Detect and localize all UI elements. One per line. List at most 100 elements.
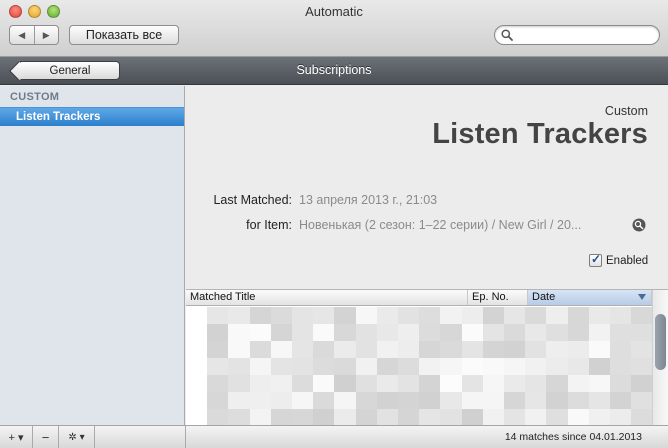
window-title: Automatic (305, 4, 363, 19)
obscured-cell (398, 341, 420, 358)
obscured-cell (631, 358, 654, 375)
remove-subscription-button[interactable]: − (33, 426, 59, 448)
obscured-cell (334, 324, 357, 341)
obscured-cell (292, 375, 314, 392)
obscured-cell (461, 358, 484, 375)
obscured-cell (398, 409, 420, 425)
obscured-cell (398, 358, 420, 375)
obscured-cell (334, 307, 357, 324)
obscured-cell (567, 375, 590, 392)
add-subscription-button[interactable]: + ▾ (0, 426, 33, 448)
obscured-cell (610, 341, 632, 358)
obscured-cell (228, 341, 251, 358)
search-field[interactable] (494, 25, 660, 45)
gear-icon: ✲ ▾ (68, 431, 85, 443)
obscured-cell (440, 392, 463, 409)
obscured-cell (313, 375, 336, 392)
obscured-cell (588, 341, 611, 358)
obscured-cell (376, 409, 399, 425)
obscured-cell (461, 324, 484, 341)
obscured-cell (334, 358, 357, 375)
obscured-cell (419, 324, 442, 341)
obscured-cell (525, 409, 548, 425)
titlebar: Automatic ◀ ▶ Показать все (0, 0, 668, 57)
obscured-cell (292, 341, 314, 358)
obscured-cell (398, 375, 420, 392)
show-all-button[interactable]: Показать все (69, 25, 179, 45)
obscured-cell (207, 341, 230, 358)
obscured-cell (207, 392, 230, 409)
obscured-cell (249, 409, 272, 425)
obscured-cell (504, 358, 526, 375)
forward-button[interactable]: ▶ (33, 26, 59, 44)
obscured-cell (482, 409, 505, 425)
obscured-cell (270, 324, 293, 341)
forward-arrow-icon: ▶ (42, 29, 50, 40)
obscured-cell (419, 392, 442, 409)
back-button[interactable]: ◀ (10, 26, 34, 44)
sidebar-item-label: Listen Trackers (16, 111, 101, 123)
obscured-cell (207, 409, 230, 425)
reveal-item-magnifier-icon[interactable] (632, 218, 646, 232)
obscured-cell (588, 375, 611, 392)
column-header-matched-title[interactable]: Matched Title (186, 290, 468, 305)
for-item-value: Новенькая (2 сезон: 1–22 серии) / New Gi… (299, 218, 582, 232)
obscured-cell (292, 358, 314, 375)
obscured-cell (588, 392, 611, 409)
subscription-kind: Custom (604, 104, 648, 118)
obscured-cell (334, 341, 357, 358)
minus-icon: − (41, 429, 50, 445)
obscured-cell (610, 307, 632, 324)
table-scrollbar[interactable] (652, 290, 668, 425)
obscured-cell (440, 358, 463, 375)
obscured-cell (355, 341, 378, 358)
obscured-cell (461, 409, 484, 425)
obscured-cell (546, 341, 569, 358)
obscured-cell (461, 307, 484, 324)
obscured-cell (334, 375, 357, 392)
obscured-cell (228, 392, 251, 409)
obscured-cell (355, 324, 378, 341)
obscured-cell (249, 307, 272, 324)
obscured-cell (567, 392, 590, 409)
obscured-cell (525, 375, 548, 392)
obscured-cell (270, 358, 293, 375)
obscured-cell (440, 375, 463, 392)
obscured-cell (228, 307, 251, 324)
obscured-cell (249, 341, 272, 358)
checkbox-checked-icon (589, 252, 602, 267)
obscured-cell (567, 307, 590, 324)
obscured-cell (419, 409, 442, 425)
obscured-cell (270, 307, 293, 324)
obscured-cell (482, 358, 505, 375)
obscured-cell (270, 341, 293, 358)
obscured-cell (610, 324, 632, 341)
obscured-cell (567, 358, 590, 375)
obscured-cell (398, 392, 420, 409)
back-forward-control: ◀ ▶ (9, 25, 59, 45)
sidebar-item-listen-trackers[interactable]: Listen Trackers (0, 107, 184, 126)
column-header-ep-no[interactable]: Ep. No. (468, 290, 528, 305)
obscured-cell (355, 375, 378, 392)
obscured-cell (270, 409, 293, 425)
obscured-cell (249, 324, 272, 341)
search-input[interactable] (515, 27, 653, 43)
for-item-label: for Item: (246, 218, 292, 232)
obscured-cell (334, 392, 357, 409)
obscured-cell (313, 324, 336, 341)
enabled-checkbox[interactable]: Enabled (589, 252, 648, 267)
obscured-cell (610, 392, 632, 409)
obscured-cell (567, 409, 590, 425)
obscured-cell (546, 307, 569, 324)
obscured-cell (376, 358, 399, 375)
scrollbar-thumb[interactable] (655, 314, 666, 370)
obscured-cell (588, 409, 611, 425)
column-header-date-label: Date (532, 291, 556, 303)
action-menu-button[interactable]: ✲ ▾ (59, 426, 95, 448)
obscured-cell (440, 409, 463, 425)
obscured-cell (249, 392, 272, 409)
last-matched-value: 13 апреля 2013 г., 21:03 (299, 193, 438, 207)
column-header-date[interactable]: Date (528, 290, 652, 305)
obscured-cell (207, 375, 230, 392)
obscured-cell (292, 324, 314, 341)
